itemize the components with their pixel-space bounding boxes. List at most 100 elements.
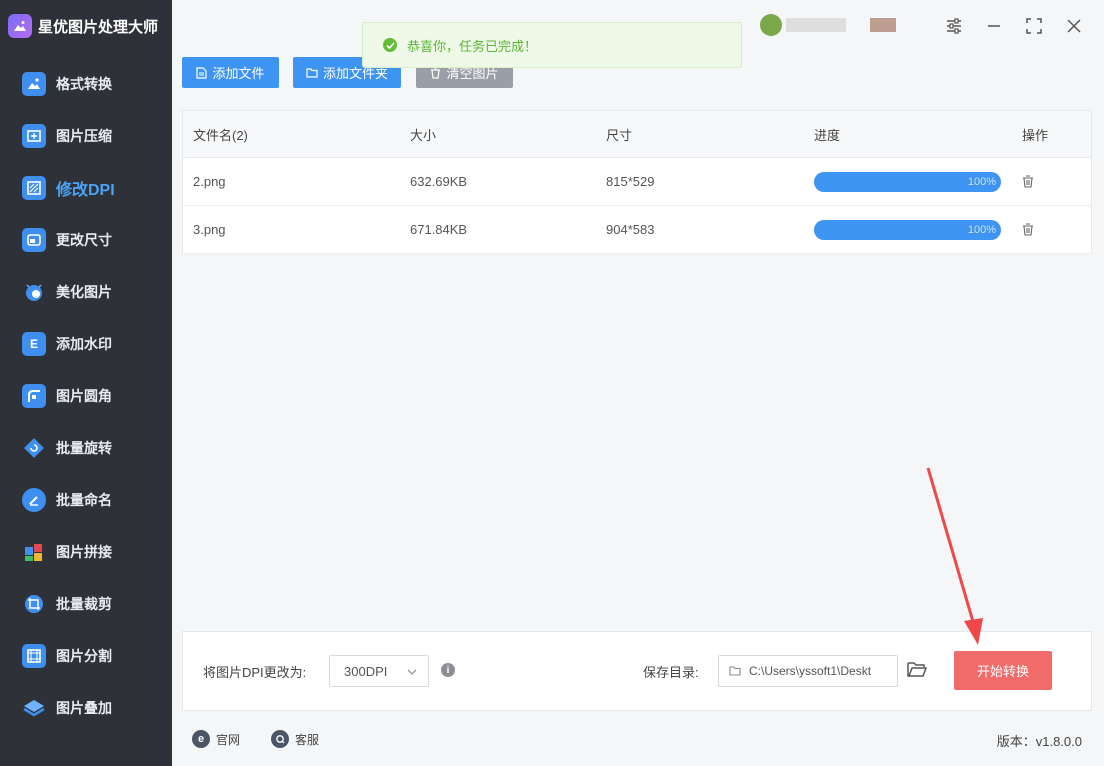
sidebar-item-split[interactable]: 图片分割: [0, 630, 172, 682]
sidebar-item-format-convert[interactable]: 格式转换: [0, 58, 172, 110]
ie-icon: e: [192, 730, 210, 748]
progress-bar: 100%: [814, 171, 1001, 192]
save-dir-label: 保存目录:: [643, 665, 699, 680]
sidebar-item-label: 图片叠加: [56, 700, 112, 716]
file-icon: [196, 66, 208, 79]
header-progress: 进度: [814, 127, 841, 143]
sidebar-item-resize[interactable]: 更改尺寸: [0, 214, 172, 266]
user-area[interactable]: [760, 14, 925, 38]
sidebar-item-label: 图片圆角: [56, 388, 112, 404]
cell-dimensions: 815*529: [606, 174, 655, 189]
progress-text: 100%: [967, 175, 996, 188]
toast-message: 恭喜你，任务已完成！: [407, 38, 538, 54]
sidebar-nav: 格式转换 图片压缩 修改DPI 更改尺寸 美化图片 E 添加水印 图片圆角 批量…: [0, 58, 172, 734]
service-link[interactable]: 客服: [271, 730, 319, 748]
table-row[interactable]: 3.png 671.84KB 904*583 100%: [183, 206, 1091, 254]
sidebar-item-label: 图片拼接: [56, 544, 112, 560]
sidebar-item-watermark[interactable]: E 添加水印: [0, 318, 172, 370]
avatar: [760, 14, 782, 36]
support-icon: [271, 730, 289, 748]
compress-icon: [22, 124, 46, 148]
sidebar-item-layers[interactable]: 图片叠加: [0, 682, 172, 734]
save-dir-input[interactable]: C:\Users\yssoft1\Deskt: [718, 655, 898, 687]
version-text: 版本：v1.8.0.0: [996, 734, 1082, 749]
open-folder-icon[interactable]: [907, 661, 928, 681]
sidebar-item-label: 图片压缩: [56, 128, 112, 144]
cell-filename: 2.png: [193, 174, 226, 189]
puzzle-icon: [22, 540, 46, 564]
main-area: 添加文件 添加文件夹 清空图片 恭喜你，任务已完成！ 文件名(2) 大小 尺寸 …: [172, 0, 1104, 766]
sidebar-item-label: 添加水印: [56, 336, 112, 352]
folder-icon: [306, 68, 318, 78]
minimize-icon[interactable]: [980, 12, 1008, 40]
dpi-select[interactable]: 300DPI: [329, 655, 429, 687]
sidebar-item-rename[interactable]: 批量命名: [0, 474, 172, 526]
sidebar-item-dpi[interactable]: 修改DPI: [0, 162, 172, 214]
layers-icon: [22, 696, 46, 720]
blurred-badge: [870, 18, 896, 32]
header-filename: 文件名(2): [193, 127, 248, 143]
crop-icon: [22, 592, 46, 616]
sidebar-item-label: 批量旋转: [56, 440, 112, 456]
sidebar-item-compress[interactable]: 图片压缩: [0, 110, 172, 162]
service-label: 客服: [295, 732, 320, 747]
file-table: 文件名(2) 大小 尺寸 进度 操作 2.png 632.69KB 815*52…: [182, 110, 1092, 254]
folder-icon: [729, 666, 741, 676]
cell-size: 632.69KB: [410, 174, 468, 189]
app-logo-icon: [8, 14, 32, 38]
watermark-icon: E: [22, 332, 46, 356]
sidebar-item-label: 修改DPI: [56, 182, 115, 199]
maximize-icon[interactable]: [1020, 12, 1048, 40]
table-header: 文件名(2) 大小 尺寸 进度 操作: [183, 111, 1091, 158]
info-icon[interactable]: i: [441, 663, 455, 677]
cell-size: 671.84KB: [410, 222, 468, 237]
header-actions: 操作: [1022, 127, 1049, 143]
split-icon: [22, 644, 46, 668]
sidebar-item-rotate[interactable]: 批量旋转: [0, 422, 172, 474]
header-dimensions: 尺寸: [606, 127, 633, 143]
settings-icon[interactable]: [940, 12, 968, 40]
check-circle-icon: [383, 38, 397, 52]
sidebar-item-label: 格式转换: [56, 76, 112, 92]
sidebar-item-label: 更改尺寸: [56, 232, 112, 248]
progress-text: 100%: [967, 223, 996, 236]
resize-icon: [22, 228, 46, 252]
progress-bar: 100%: [814, 219, 1001, 240]
rotate-icon: [22, 436, 46, 460]
beautify-icon: [22, 280, 46, 304]
trash-icon: [431, 66, 441, 79]
start-convert-button[interactable]: 开始转换: [954, 651, 1052, 690]
delete-icon[interactable]: [1022, 223, 1034, 239]
sidebar-item-round-corner[interactable]: 图片圆角: [0, 370, 172, 422]
header-size: 大小: [410, 127, 437, 143]
success-toast: 恭喜你，任务已完成！: [362, 22, 742, 68]
dpi-select-value: 300DPI: [344, 663, 388, 679]
footer: e 官网 客服 版本：v1.8.0.0: [172, 712, 1104, 766]
sidebar-item-crop[interactable]: 批量裁剪: [0, 578, 172, 630]
website-link[interactable]: e 官网: [192, 730, 240, 748]
sidebar-item-puzzle[interactable]: 图片拼接: [0, 526, 172, 578]
sidebar-item-label: 图片分割: [56, 648, 112, 664]
website-label: 官网: [216, 732, 241, 747]
add-file-label: 添加文件: [212, 66, 265, 81]
settings-panel: 将图片DPI更改为: 300DPI i 保存目录: C:\Users\yssof…: [182, 631, 1092, 711]
cell-filename: 3.png: [193, 222, 226, 237]
app-title: 星优图片处理大师: [0, 0, 172, 52]
chevron-down-icon: [407, 669, 417, 675]
add-file-button[interactable]: 添加文件: [182, 57, 279, 88]
dpi-icon: [22, 176, 46, 200]
sidebar-item-label: 批量命名: [56, 492, 112, 508]
app-title-text: 星优图片处理大师: [38, 18, 159, 36]
sidebar-item-label: 批量裁剪: [56, 596, 112, 612]
sidebar-item-label: 美化图片: [56, 284, 112, 300]
start-convert-label: 开始转换: [976, 664, 1029, 679]
delete-icon[interactable]: [1022, 175, 1034, 191]
round-corner-icon: [22, 384, 46, 408]
sidebar: 星优图片处理大师 格式转换 图片压缩 修改DPI 更改尺寸 美化图片 E 添加水…: [0, 0, 172, 766]
close-icon[interactable]: [1060, 12, 1088, 40]
blurred-username: [786, 18, 846, 32]
cell-dimensions: 904*583: [606, 222, 655, 237]
sidebar-item-beautify[interactable]: 美化图片: [0, 266, 172, 318]
save-dir-value: C:\Users\yssoft1\Deskt: [749, 664, 872, 678]
table-row[interactable]: 2.png 632.69KB 815*529 100%: [183, 158, 1091, 206]
